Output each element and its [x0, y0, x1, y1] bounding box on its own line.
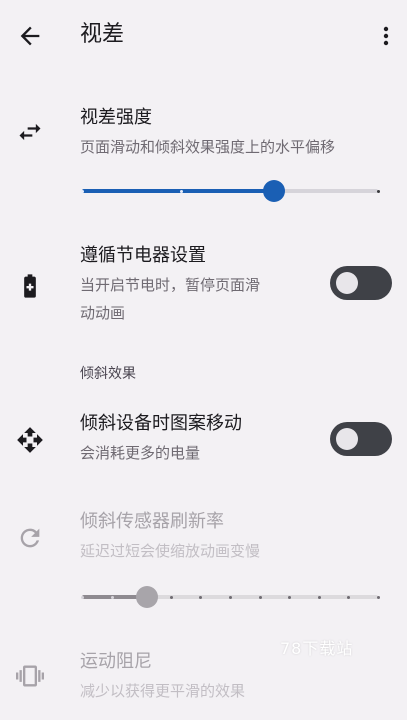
slider-tick	[199, 595, 202, 599]
switch-knob	[336, 272, 358, 294]
slider-tick	[259, 595, 262, 599]
slider-tick	[318, 595, 321, 599]
tilt-move-desc: 会消耗更多的电量	[80, 444, 201, 462]
slider-ticks	[81, 595, 380, 599]
slider-tick	[81, 189, 84, 193]
battery-saver-desc-line1: 当开启节电时，暂停页面滑	[80, 276, 261, 294]
refresh-icon	[16, 524, 44, 552]
battery-saver-label: 遵循节电器设置	[80, 245, 206, 266]
slider-thumb	[136, 586, 158, 608]
slider-thumb[interactable]	[263, 180, 285, 202]
watermark: 78下载站	[280, 639, 354, 658]
vibrate-icon	[16, 662, 44, 690]
page-title: 视差	[80, 22, 125, 47]
battery-saver-desc-line2: 动动画	[80, 304, 126, 322]
damping-desc: 减少以获得更平滑的效果	[80, 682, 246, 700]
sensor-rate-label: 倾斜传感器刷新率	[80, 511, 224, 532]
app-bar: 视差	[0, 0, 407, 70]
tilt-move-label: 倾斜设备时图案移动	[80, 413, 242, 434]
slider-tick	[81, 595, 84, 599]
tilt-move-switch[interactable]	[330, 422, 392, 456]
slider-tick	[229, 595, 232, 599]
slider-tick	[377, 189, 380, 193]
battery-saver-switch[interactable]	[330, 266, 392, 300]
swap-horiz-icon	[16, 118, 44, 146]
damping-label: 运动阻尼	[80, 651, 152, 672]
section-header-tilt: 倾斜效果	[80, 366, 136, 382]
slider-tick	[170, 595, 173, 599]
move-arrows-icon	[16, 426, 44, 454]
slider-tick	[111, 595, 114, 599]
slider-tick	[347, 595, 350, 599]
switch-knob	[336, 428, 358, 450]
slider-tick	[377, 595, 380, 599]
parallax-strength-slider[interactable]	[81, 178, 380, 204]
sensor-rate-desc: 延迟过短会使缩放动画变慢	[80, 542, 261, 560]
sensor-rate-slider	[81, 584, 380, 610]
slider-tick	[288, 595, 291, 599]
parallax-strength-desc: 页面滑动和倾斜效果强度上的水平偏移	[80, 138, 336, 156]
more-vert-icon[interactable]	[374, 22, 398, 50]
slider-tick	[180, 189, 183, 193]
battery-saver-icon	[16, 272, 44, 300]
parallax-strength-label: 视差强度	[80, 107, 152, 128]
back-arrow-icon[interactable]	[16, 22, 44, 50]
slider-ticks	[81, 189, 380, 193]
